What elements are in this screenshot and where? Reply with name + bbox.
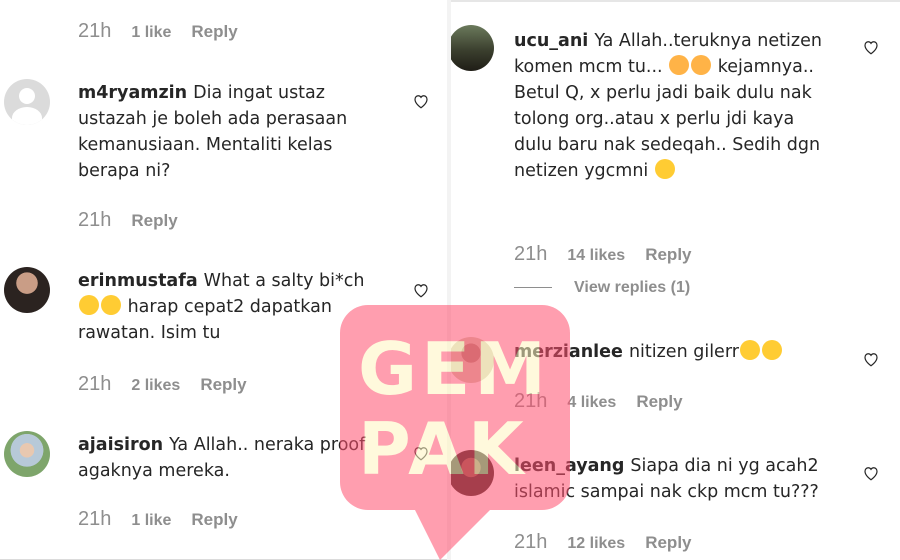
reply-button[interactable]: Reply	[131, 211, 177, 230]
heart-icon[interactable]	[412, 281, 430, 299]
rofl-emoji-icon	[761, 340, 782, 360]
avatar[interactable]	[451, 25, 494, 71]
reply-button[interactable]: Reply	[191, 22, 237, 41]
comment-username[interactable]: merzianlee	[514, 342, 623, 362]
comment-body: leen_ayang Siapa dia ni yg acah2 islamic …	[514, 453, 834, 505]
comment-body: erinmustafa What a salty bi*ch harap cepa…	[78, 268, 398, 346]
rofl-emoji-icon	[739, 340, 760, 360]
view-replies-button[interactable]: View replies (1)	[514, 279, 690, 297]
comment-likes[interactable]: 1 like	[131, 24, 171, 41]
heart-icon[interactable]	[862, 350, 880, 368]
avatar[interactable]	[4, 267, 50, 313]
comment-likes[interactable]: 14 likes	[567, 247, 625, 264]
divider	[514, 287, 552, 289]
comment-body: merzianlee nitizen gilerr	[514, 339, 834, 365]
reply-button[interactable]: Reply	[636, 392, 682, 411]
comment-time: 21h	[78, 20, 112, 42]
laughing-emoji-icon	[101, 295, 121, 315]
comment-body: ucu_ani Ya Allah..teruknya netizen komen …	[514, 28, 834, 184]
comment-meta: 21h 14 likes Reply	[514, 243, 692, 266]
reply-button[interactable]: Reply	[191, 510, 237, 529]
shocked-emoji-icon	[691, 55, 712, 75]
comment-time: 21h	[78, 373, 112, 395]
heart-icon[interactable]	[862, 38, 880, 56]
comment-body: m4ryamzin Dia ingat ustaz ustazah je bole…	[78, 80, 378, 184]
comment-username[interactable]: leen_ayang	[514, 456, 624, 476]
reply-button[interactable]: Reply	[645, 533, 691, 552]
reply-button[interactable]: Reply	[200, 375, 246, 394]
avatar[interactable]	[4, 79, 50, 125]
shocked-emoji-icon	[669, 55, 690, 75]
comment-likes[interactable]: 1 like	[131, 512, 171, 529]
comment-time: 21h	[514, 390, 548, 412]
laughing-emoji-icon	[79, 295, 99, 315]
comment-meta: 21h 1 like Reply	[78, 508, 238, 531]
sad-emoji-icon	[654, 159, 675, 179]
heart-icon[interactable]	[412, 92, 430, 110]
comment-meta: 21h 12 likes Reply	[514, 531, 692, 554]
comment-time: 21h	[78, 209, 112, 231]
reply-button[interactable]: Reply	[645, 245, 691, 264]
comment-likes[interactable]: 2 likes	[131, 377, 180, 394]
comment-time: 21h	[78, 508, 112, 530]
comment-username[interactable]: erinmustafa	[78, 271, 198, 291]
avatar[interactable]	[4, 431, 50, 477]
comment-likes[interactable]: 12 likes	[567, 535, 625, 552]
comment-meta: 21h 2 likes Reply	[78, 373, 247, 396]
comment-time: 21h	[514, 531, 548, 553]
comment-meta: 21h 1 like Reply	[78, 20, 238, 43]
comment-meta: 21h Reply	[78, 209, 178, 232]
comment-username[interactable]: ajaisiron	[78, 435, 163, 455]
comment-body: ajaisiron Ya Allah.. neraka proof agaknya…	[78, 432, 378, 484]
comments-panel-left: 21h 1 like Reply m4ryamzin Dia ingat ustaz …	[0, 0, 447, 560]
comment-time: 21h	[514, 243, 548, 265]
heart-icon[interactable]	[412, 444, 430, 462]
comment-likes[interactable]: 4 likes	[567, 394, 616, 411]
heart-icon[interactable]	[862, 464, 880, 482]
comment-text: nitizen gilerr	[628, 342, 739, 362]
comments-panel-right: ucu_ani Ya Allah..teruknya netizen komen …	[451, 0, 900, 560]
comment-text: What a salty bi*ch	[203, 271, 365, 291]
comment-meta: 21h 4 likes Reply	[514, 390, 683, 413]
avatar[interactable]	[451, 450, 494, 496]
view-replies-label[interactable]: View replies (1)	[574, 279, 690, 296]
avatar[interactable]	[451, 337, 494, 383]
comment-username[interactable]: m4ryamzin	[78, 83, 187, 103]
comment-username[interactable]: ucu_ani	[514, 31, 588, 51]
